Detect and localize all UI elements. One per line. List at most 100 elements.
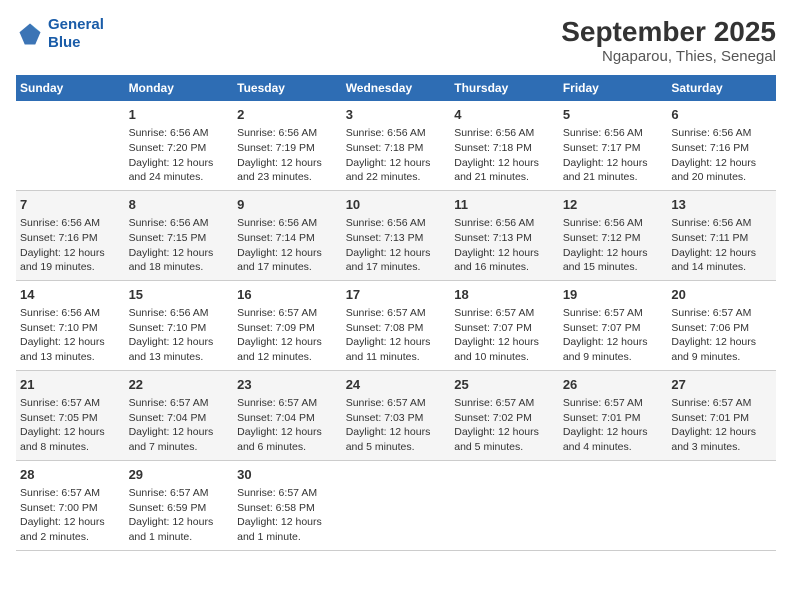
calendar-day-cell: 17 Sunrise: 6:57 AM Sunset: 7:08 PM Dayli…: [342, 280, 451, 370]
day-info: Sunrise: 6:57 AM Sunset: 7:06 PM Dayligh…: [671, 306, 772, 365]
day-info: Sunrise: 6:57 AM Sunset: 6:58 PM Dayligh…: [237, 486, 338, 545]
day-number: 2: [237, 106, 338, 124]
day-number: 12: [563, 196, 664, 214]
day-info: Sunrise: 6:56 AM Sunset: 7:12 PM Dayligh…: [563, 216, 664, 275]
weekday-header-cell: Monday: [125, 75, 234, 101]
day-info: Sunrise: 6:57 AM Sunset: 7:01 PM Dayligh…: [563, 396, 664, 455]
day-info: Sunrise: 6:56 AM Sunset: 7:19 PM Dayligh…: [237, 126, 338, 185]
day-info: Sunrise: 6:57 AM Sunset: 7:02 PM Dayligh…: [454, 396, 555, 455]
calendar-title: September 2025: [561, 16, 776, 48]
calendar-table: SundayMondayTuesdayWednesdayThursdayFrid…: [16, 75, 776, 551]
day-info: Sunrise: 6:56 AM Sunset: 7:10 PM Dayligh…: [20, 306, 121, 365]
day-number: 22: [129, 376, 230, 394]
day-info: Sunrise: 6:56 AM Sunset: 7:10 PM Dayligh…: [129, 306, 230, 365]
calendar-day-cell: 16 Sunrise: 6:57 AM Sunset: 7:09 PM Dayli…: [233, 280, 342, 370]
day-number: 10: [346, 196, 447, 214]
calendar-day-cell: 23 Sunrise: 6:57 AM Sunset: 7:04 PM Dayli…: [233, 370, 342, 460]
day-number: 21: [20, 376, 121, 394]
day-number: 15: [129, 286, 230, 304]
calendar-day-cell: 4 Sunrise: 6:56 AM Sunset: 7:18 PM Daylig…: [450, 101, 559, 190]
calendar-day-cell: 21 Sunrise: 6:57 AM Sunset: 7:05 PM Dayli…: [16, 370, 125, 460]
page-header: General Blue September 2025 Ngaparou, Th…: [16, 16, 776, 65]
day-info: Sunrise: 6:57 AM Sunset: 7:09 PM Dayligh…: [237, 306, 338, 365]
day-info: Sunrise: 6:56 AM Sunset: 7:16 PM Dayligh…: [20, 216, 121, 275]
calendar-day-cell: 10 Sunrise: 6:56 AM Sunset: 7:13 PM Dayli…: [342, 190, 451, 280]
day-info: Sunrise: 6:57 AM Sunset: 7:00 PM Dayligh…: [20, 486, 121, 545]
calendar-week-row: 21 Sunrise: 6:57 AM Sunset: 7:05 PM Dayli…: [16, 370, 776, 460]
day-number: 9: [237, 196, 338, 214]
calendar-day-cell: 27 Sunrise: 6:57 AM Sunset: 7:01 PM Dayli…: [667, 370, 776, 460]
calendar-day-cell: 8 Sunrise: 6:56 AM Sunset: 7:15 PM Daylig…: [125, 190, 234, 280]
calendar-day-cell: [450, 460, 559, 550]
calendar-day-cell: 25 Sunrise: 6:57 AM Sunset: 7:02 PM Dayli…: [450, 370, 559, 460]
calendar-day-cell: 19 Sunrise: 6:57 AM Sunset: 7:07 PM Dayli…: [559, 280, 668, 370]
day-info: Sunrise: 6:57 AM Sunset: 7:03 PM Dayligh…: [346, 396, 447, 455]
day-info: Sunrise: 6:56 AM Sunset: 7:13 PM Dayligh…: [346, 216, 447, 275]
day-info: Sunrise: 6:57 AM Sunset: 7:04 PM Dayligh…: [237, 396, 338, 455]
calendar-body: 1Sunrise: 6:56 AM Sunset: 7:20 PM Daylig…: [16, 101, 776, 550]
weekday-header-cell: Saturday: [667, 75, 776, 101]
day-info: Sunrise: 6:57 AM Sunset: 7:05 PM Dayligh…: [20, 396, 121, 455]
day-number: 24: [346, 376, 447, 394]
calendar-week-row: 14 Sunrise: 6:56 AM Sunset: 7:10 PM Dayli…: [16, 280, 776, 370]
calendar-day-cell: 24 Sunrise: 6:57 AM Sunset: 7:03 PM Dayli…: [342, 370, 451, 460]
day-info: Sunrise: 6:57 AM Sunset: 7:01 PM Dayligh…: [671, 396, 772, 455]
calendar-day-cell: 9 Sunrise: 6:56 AM Sunset: 7:14 PM Daylig…: [233, 190, 342, 280]
calendar-week-row: 28 Sunrise: 6:57 AM Sunset: 7:00 PM Dayli…: [16, 460, 776, 550]
day-number: 18: [454, 286, 555, 304]
calendar-day-cell: 14 Sunrise: 6:56 AM Sunset: 7:10 PM Dayli…: [16, 280, 125, 370]
day-number: 5: [563, 106, 664, 124]
day-number: 30: [237, 466, 338, 484]
day-info: Sunrise: 6:57 AM Sunset: 6:59 PM Dayligh…: [129, 486, 230, 545]
weekday-header-cell: Wednesday: [342, 75, 451, 101]
day-number: 14: [20, 286, 121, 304]
calendar-day-cell: 11Sunrise: 6:56 AM Sunset: 7:13 PM Dayli…: [450, 190, 559, 280]
day-number: 19: [563, 286, 664, 304]
day-info: Sunrise: 6:56 AM Sunset: 7:18 PM Dayligh…: [454, 126, 555, 185]
calendar-day-cell: [667, 460, 776, 550]
calendar-day-cell: 30 Sunrise: 6:57 AM Sunset: 6:58 PM Dayli…: [233, 460, 342, 550]
day-number: 17: [346, 286, 447, 304]
day-number: 25: [454, 376, 555, 394]
calendar-day-cell: 28 Sunrise: 6:57 AM Sunset: 7:00 PM Dayli…: [16, 460, 125, 550]
day-info: Sunrise: 6:56 AM Sunset: 7:16 PM Dayligh…: [671, 126, 772, 185]
logo-text: General Blue: [48, 16, 104, 52]
day-info: Sunrise: 6:56 AM Sunset: 7:14 PM Dayligh…: [237, 216, 338, 275]
day-info: Sunrise: 6:56 AM Sunset: 7:15 PM Dayligh…: [129, 216, 230, 275]
day-info: Sunrise: 6:56 AM Sunset: 7:17 PM Dayligh…: [563, 126, 664, 185]
calendar-day-cell: 26 Sunrise: 6:57 AM Sunset: 7:01 PM Dayli…: [559, 370, 668, 460]
day-info: Sunrise: 6:57 AM Sunset: 7:04 PM Dayligh…: [129, 396, 230, 455]
logo-icon: [16, 20, 44, 48]
day-info: Sunrise: 6:56 AM Sunset: 7:20 PM Dayligh…: [129, 126, 230, 185]
day-number: 13: [671, 196, 772, 214]
calendar-week-row: 7Sunrise: 6:56 AM Sunset: 7:16 PM Daylig…: [16, 190, 776, 280]
calendar-day-cell: 3Sunrise: 6:56 AM Sunset: 7:18 PM Daylig…: [342, 101, 451, 190]
day-number: 28: [20, 466, 121, 484]
day-number: 4: [454, 106, 555, 124]
day-number: 16: [237, 286, 338, 304]
calendar-day-cell: 29 Sunrise: 6:57 AM Sunset: 6:59 PM Dayli…: [125, 460, 234, 550]
day-info: Sunrise: 6:56 AM Sunset: 7:11 PM Dayligh…: [671, 216, 772, 275]
day-number: 23: [237, 376, 338, 394]
day-number: 8: [129, 196, 230, 214]
weekday-header-row: SundayMondayTuesdayWednesdayThursdayFrid…: [16, 75, 776, 101]
weekday-header-cell: Tuesday: [233, 75, 342, 101]
day-number: 11: [454, 196, 555, 214]
title-block: September 2025 Ngaparou, Thies, Senegal: [561, 16, 776, 65]
calendar-day-cell: [559, 460, 668, 550]
calendar-day-cell: 18Sunrise: 6:57 AM Sunset: 7:07 PM Dayli…: [450, 280, 559, 370]
day-info: Sunrise: 6:57 AM Sunset: 7:07 PM Dayligh…: [563, 306, 664, 365]
day-number: 29: [129, 466, 230, 484]
calendar-day-cell: 22 Sunrise: 6:57 AM Sunset: 7:04 PM Dayli…: [125, 370, 234, 460]
calendar-day-cell: 1Sunrise: 6:56 AM Sunset: 7:20 PM Daylig…: [125, 101, 234, 190]
calendar-day-cell: 6 Sunrise: 6:56 AM Sunset: 7:16 PM Daylig…: [667, 101, 776, 190]
day-info: Sunrise: 6:57 AM Sunset: 7:08 PM Dayligh…: [346, 306, 447, 365]
calendar-week-row: 1Sunrise: 6:56 AM Sunset: 7:20 PM Daylig…: [16, 101, 776, 190]
day-number: 26: [563, 376, 664, 394]
day-number: 6: [671, 106, 772, 124]
calendar-day-cell: 7Sunrise: 6:56 AM Sunset: 7:16 PM Daylig…: [16, 190, 125, 280]
logo: General Blue: [16, 16, 104, 52]
weekday-header-cell: Thursday: [450, 75, 559, 101]
calendar-day-cell: 13 Sunrise: 6:56 AM Sunset: 7:11 PM Dayli…: [667, 190, 776, 280]
day-number: 27: [671, 376, 772, 394]
